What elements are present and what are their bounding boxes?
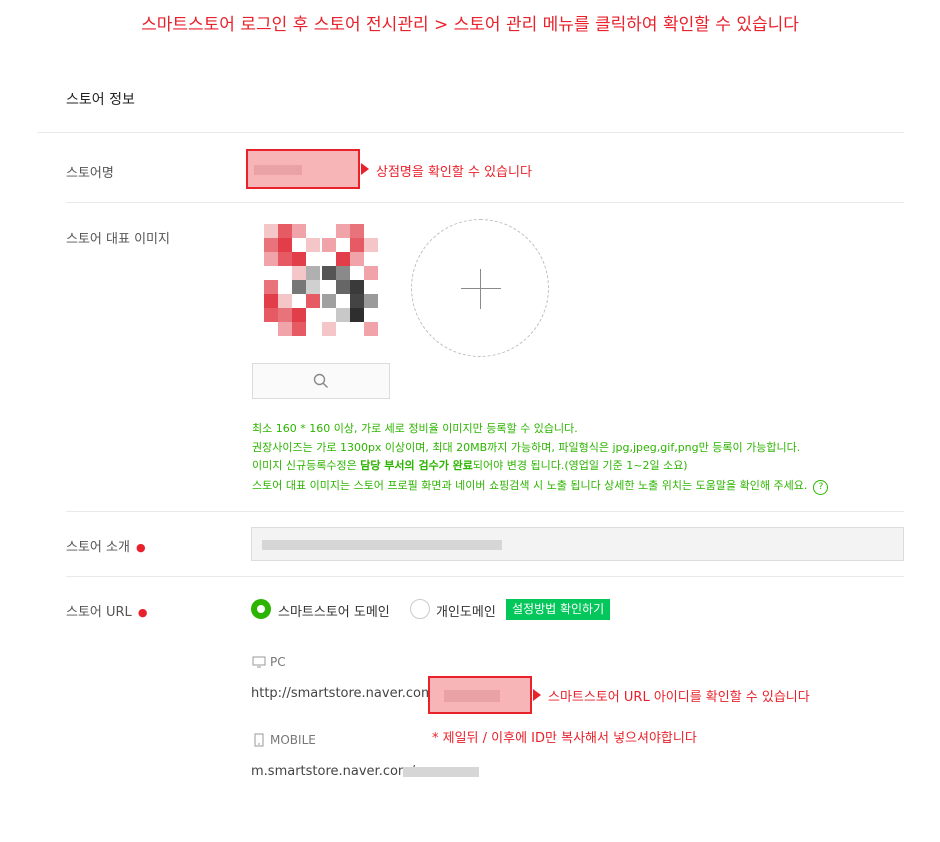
store-id-warning: * 제일뒤 / 이후에 ID만 복사해서 넣으셔야합니다 [432,731,697,746]
image-guide-line-1: 최소 160 * 160 이상, 가로 세로 정비율 이미지만 등록할 수 있습… [252,422,578,435]
instruction-banner: 스마트스토어 로그인 후 스토어 전시관리 > 스토어 관리 메뉴를 클릭하여 … [141,15,799,35]
pc-label: PC [270,655,286,669]
store-url-annotation: 스마트스토어 URL 아이디를 확인할 수 있습니다 [548,690,810,705]
image-guide-line-2: 권장사이즈는 가로 1300px 이상이며, 최대 20MB까지 가능하며, 파… [252,441,801,454]
search-icon [313,373,328,388]
store-intro-label: 스토어 소개 ● [66,540,146,555]
store-image-thumbnail[interactable] [252,214,392,358]
pc-url-prefix: http://smartstore.naver.com/ [251,686,439,701]
arrow-right-icon [361,163,369,175]
required-mark: ● [135,541,146,554]
setup-guide-button[interactable]: 설정방법 확인하기 [506,599,611,620]
mobile-icon [254,733,264,747]
required-mark: ● [137,606,148,619]
redacted-store-id [444,690,500,702]
divider [66,202,904,203]
zoom-image-button[interactable] [252,363,390,399]
image-guide-line-4: 스토어 대표 이미지는 스토어 프로필 화면과 네이버 쇼핑검색 시 노출 됩니… [252,477,829,495]
section-title: 스토어 정보 [66,92,135,108]
radio-smartstore-label: 스마트스토어 도메인 [278,605,390,620]
store-url-label: 스토어 URL ● [66,605,148,620]
redacted-mobile-id [403,767,479,777]
store-id-field[interactable] [428,676,532,714]
store-image-label: 스토어 대표 이미지 [66,232,170,247]
monitor-icon [252,656,266,668]
plus-icon [461,288,501,289]
arrow-right-icon [533,689,541,701]
redacted-intro-text [262,540,502,550]
mobile-label: MOBILE [270,733,316,747]
radio-personal-domain[interactable] [410,599,430,619]
store-intro-input[interactable] [251,527,904,561]
store-name-field[interactable] [246,149,360,189]
divider [66,576,904,577]
image-guide-line-3: 이미지 신규등록수정은 담당 부서의 검수가 완료되어야 변경 됩니다.(영업일… [252,459,688,472]
mobile-url-prefix: m.smartstore.naver.com/ [251,764,415,779]
radio-personal-label: 개인도메인 [436,605,496,620]
radio-smartstore-domain[interactable] [251,599,271,619]
store-name-label: 스토어명 [66,166,114,181]
redacted-store-name [254,165,302,175]
help-icon[interactable]: ? [813,480,829,495]
plus-icon [480,269,481,309]
divider [37,132,904,133]
divider [66,511,904,512]
store-name-annotation: 상점명을 확인할 수 있습니다 [376,165,532,180]
